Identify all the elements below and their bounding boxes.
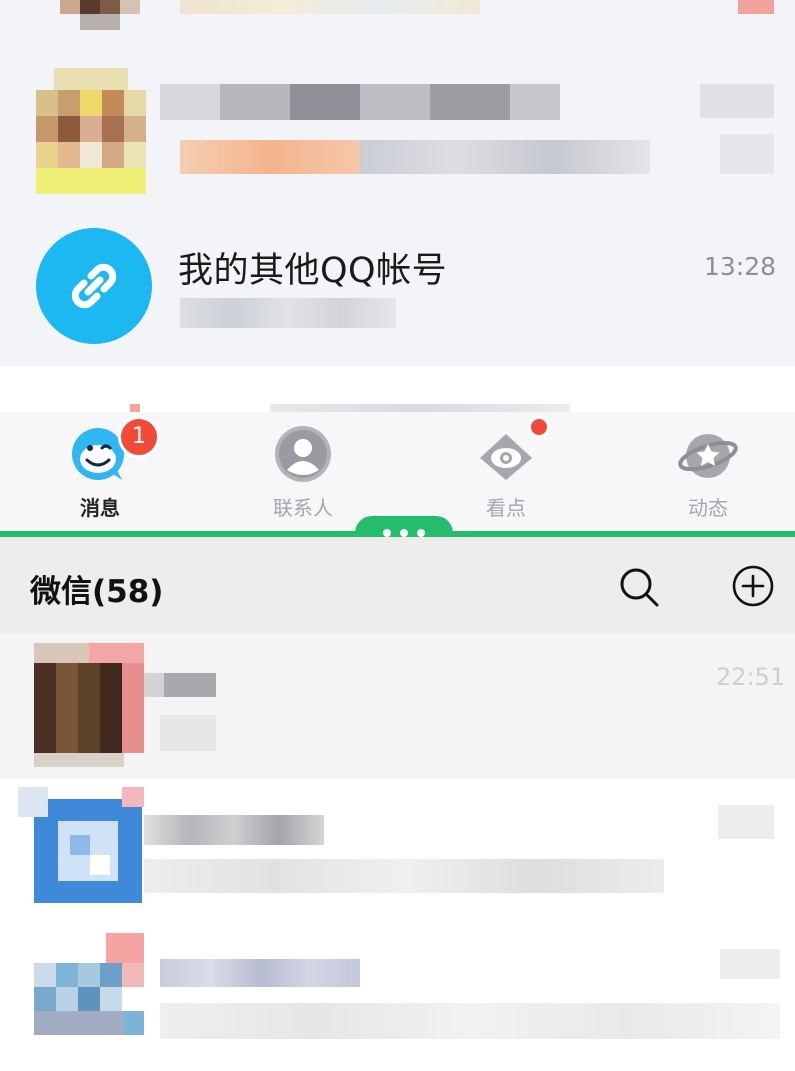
pixelated-time	[718, 805, 774, 839]
tab-contacts[interactable]: 联系人	[243, 412, 363, 530]
conversation-time: 22:51	[716, 663, 786, 691]
split-screen: 我的其他QQ帐号 13:28 1 消息 联系人 看点 动态 微信(58) 22:…	[0, 0, 795, 1071]
link-icon	[71, 263, 117, 309]
pixelated-preview	[160, 1003, 780, 1039]
pixelated-name	[160, 959, 360, 987]
pixelated-avatar	[36, 68, 146, 194]
pixelated-preview	[180, 298, 396, 328]
add-circle-icon[interactable]	[731, 564, 775, 608]
qq-tab-bar: 1 消息 联系人 看点 动态	[0, 412, 795, 530]
qq-conversation-row[interactable]	[0, 60, 795, 200]
tab-label: 联系人	[273, 496, 333, 520]
pixelated-name	[144, 815, 324, 845]
link-avatar	[36, 228, 152, 344]
wechat-conversation-row[interactable]	[0, 919, 795, 1071]
wechat-conversation-row[interactable]	[0, 779, 795, 919]
new-content-dot	[528, 416, 550, 438]
eye-icon	[480, 434, 532, 480]
wechat-conversation-row[interactable]: 22:51	[0, 633, 795, 779]
qq-list-gap	[0, 366, 795, 412]
page-title: 微信(58)	[30, 574, 164, 610]
contact-person-icon	[275, 426, 331, 482]
pixelated-preview	[180, 140, 650, 174]
more-dots-icon	[383, 529, 425, 537]
pixelated-preview	[180, 0, 480, 14]
pixelated-preview	[144, 859, 664, 893]
tab-label: 消息	[80, 496, 120, 520]
tab-messages[interactable]: 1 消息	[40, 412, 160, 530]
pixelated-time	[700, 84, 774, 174]
tab-kandian[interactable]: 看点	[446, 412, 566, 530]
conversation-time: 13:28	[704, 252, 777, 281]
unread-badge: 1	[118, 416, 160, 458]
qq-app-pane: 我的其他QQ帐号 13:28 1 消息 联系人 看点 动态	[0, 0, 795, 532]
pixelated-avatar	[34, 933, 144, 1057]
pixelated-preview	[160, 715, 216, 751]
pixelated-hint	[130, 404, 570, 412]
tab-label: 看点	[486, 496, 526, 520]
qq-conversation-row[interactable]: 我的其他QQ帐号 13:28	[0, 210, 795, 366]
pixelated-avatar	[34, 643, 144, 767]
qq-conversation-row[interactable]	[0, 0, 795, 44]
planet-star-icon	[678, 434, 738, 478]
tab-label: 动态	[688, 496, 728, 520]
pixelated-avatar	[18, 787, 144, 903]
pixelated-avatar	[60, 0, 140, 30]
pixelated-name	[160, 84, 560, 120]
pixelated-time	[720, 949, 780, 979]
pixelated-name	[144, 673, 216, 697]
conversation-name: 我的其他QQ帐号	[178, 251, 448, 291]
tab-moments[interactable]: 动态	[648, 412, 768, 530]
search-icon[interactable]	[618, 566, 660, 608]
pixelated-time	[738, 0, 774, 14]
